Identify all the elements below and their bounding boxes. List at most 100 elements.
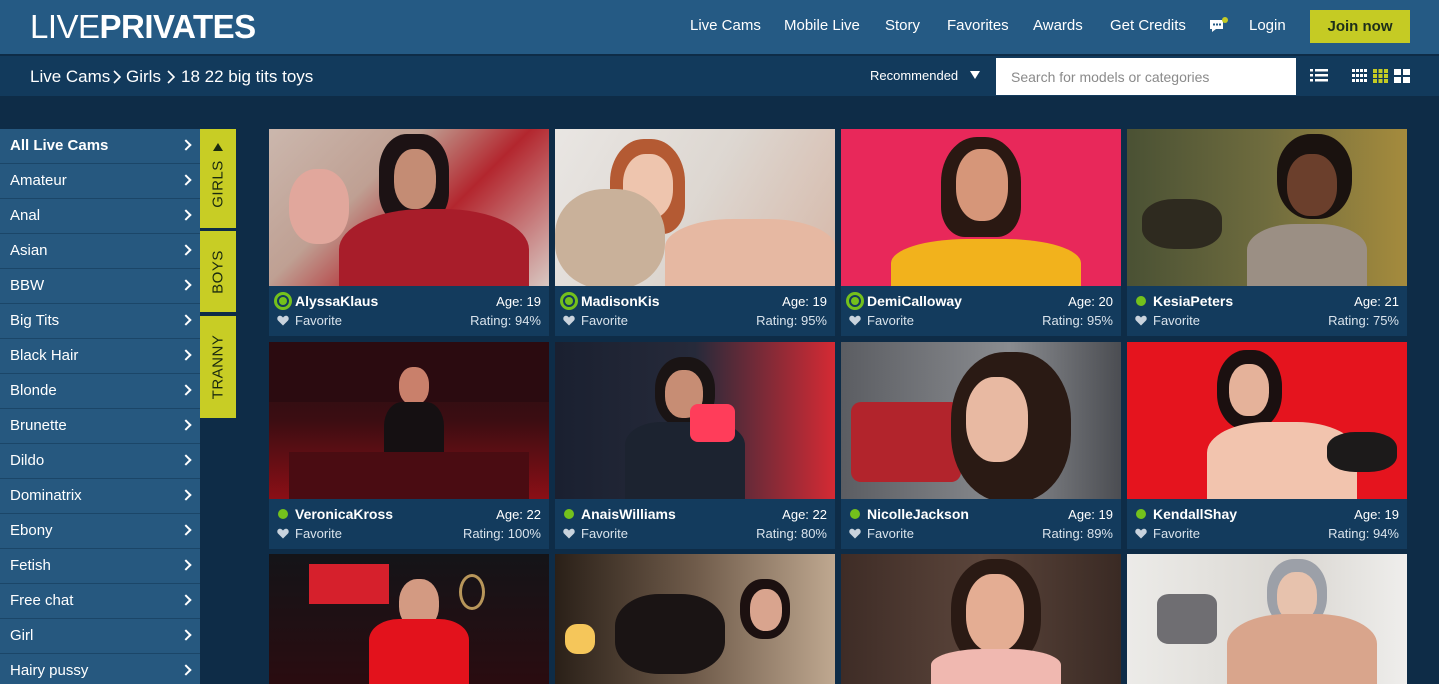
nav-mobile-live[interactable]: Mobile Live bbox=[784, 16, 860, 36]
model-name[interactable]: KesiaPeters bbox=[1153, 293, 1233, 310]
site-logo[interactable]: LIVEPRIVATES bbox=[30, 8, 256, 46]
heart-icon[interactable] bbox=[1135, 315, 1147, 326]
sidebar-item-free-chat[interactable]: Free chat bbox=[0, 584, 200, 619]
model-name[interactable]: MadisonKis bbox=[581, 293, 660, 310]
model-card[interactable] bbox=[269, 554, 549, 684]
model-name[interactable]: NicolleJackson bbox=[867, 506, 969, 523]
list-view-icon[interactable] bbox=[1310, 68, 1328, 83]
model-age: Age: 21 bbox=[1354, 294, 1399, 309]
sidebar-item-dominatrix[interactable]: Dominatrix bbox=[0, 479, 200, 514]
model-card[interactable]: DemiCalloway Age: 20 Favorite Rating: 95… bbox=[841, 129, 1121, 336]
breadcrumb-girls[interactable]: Girls bbox=[126, 67, 161, 87]
model-name[interactable]: VeronicaKross bbox=[295, 506, 393, 523]
chevron-down-icon[interactable] bbox=[970, 71, 980, 79]
model-card[interactable] bbox=[841, 554, 1121, 684]
nav-get-credits[interactable]: Get Credits bbox=[1110, 16, 1186, 36]
search-input[interactable] bbox=[996, 58, 1296, 95]
favorite-label[interactable]: Favorite bbox=[867, 312, 914, 329]
model-card[interactable] bbox=[1127, 554, 1407, 684]
model-info: AlyssaKlaus Age: 19 Favorite Rating: 94% bbox=[269, 286, 549, 336]
model-rating: Rating: 94% bbox=[1328, 526, 1399, 541]
model-card[interactable]: NicolleJackson Age: 19 Favorite Rating: … bbox=[841, 342, 1121, 549]
model-thumbnail[interactable] bbox=[841, 129, 1121, 286]
favorite-label[interactable]: Favorite bbox=[1153, 312, 1200, 329]
heart-icon[interactable] bbox=[849, 528, 861, 539]
model-info: KendallShay Age: 19 Favorite Rating: 94% bbox=[1127, 499, 1407, 549]
model-name[interactable]: KendallShay bbox=[1153, 506, 1237, 523]
nav-awards[interactable]: Awards bbox=[1033, 16, 1083, 36]
sidebar-item-asian[interactable]: Asian bbox=[0, 234, 200, 269]
favorite-label[interactable]: Favorite bbox=[1153, 525, 1200, 542]
heart-icon[interactable] bbox=[277, 315, 289, 326]
model-card[interactable]: AnaisWilliams Age: 22 Favorite Rating: 8… bbox=[555, 342, 835, 549]
sidebar-item-all-live-cams[interactable]: All Live Cams bbox=[0, 129, 200, 164]
small-grid-view-icon[interactable] bbox=[1352, 69, 1367, 83]
heart-icon[interactable] bbox=[563, 528, 575, 539]
login-link[interactable]: Login bbox=[1249, 16, 1286, 36]
medium-grid-view-icon[interactable] bbox=[1373, 69, 1388, 83]
model-card[interactable]: KesiaPeters Age: 21 Favorite Rating: 75% bbox=[1127, 129, 1407, 336]
sidebar-item-ebony[interactable]: Ebony bbox=[0, 514, 200, 549]
favorite-label[interactable]: Favorite bbox=[295, 525, 342, 542]
sidebar-item-girl[interactable]: Girl bbox=[0, 619, 200, 654]
tab-boys[interactable]: BOYS bbox=[200, 231, 236, 312]
model-info: MadisonKis Age: 19 Favorite Rating: 95% bbox=[555, 286, 835, 336]
favorite-label[interactable]: Favorite bbox=[867, 525, 914, 542]
sidebar-item-black-hair[interactable]: Black Hair bbox=[0, 339, 200, 374]
nav-favorites[interactable]: Favorites bbox=[947, 16, 1009, 36]
heart-icon[interactable] bbox=[563, 315, 575, 326]
favorite-label[interactable]: Favorite bbox=[295, 312, 342, 329]
model-card[interactable]: VeronicaKross Age: 22 Favorite Rating: 1… bbox=[269, 342, 549, 549]
sidebar-item-fetish[interactable]: Fetish bbox=[0, 549, 200, 584]
chevron-right-icon bbox=[180, 349, 192, 361]
model-thumbnail[interactable] bbox=[269, 129, 549, 286]
model-card[interactable]: KendallShay Age: 19 Favorite Rating: 94% bbox=[1127, 342, 1407, 549]
nav-live-cams[interactable]: Live Cams bbox=[690, 16, 761, 36]
model-card[interactable]: MadisonKis Age: 19 Favorite Rating: 95% bbox=[555, 129, 835, 336]
sidebar-item-big-tits[interactable]: Big Tits bbox=[0, 304, 200, 339]
model-card[interactable] bbox=[555, 554, 835, 684]
model-thumbnail[interactable] bbox=[841, 554, 1121, 684]
model-age: Age: 19 bbox=[782, 294, 827, 309]
sidebar-item-hairy-pussy[interactable]: Hairy pussy bbox=[0, 654, 200, 684]
tab-tranny[interactable]: TRANNY bbox=[200, 316, 236, 418]
sidebar-item-anal[interactable]: Anal bbox=[0, 199, 200, 234]
breadcrumb-live-cams[interactable]: Live Cams bbox=[30, 67, 110, 87]
model-name[interactable]: AlyssaKlaus bbox=[295, 293, 378, 310]
favorite-label[interactable]: Favorite bbox=[581, 525, 628, 542]
model-rating: Rating: 80% bbox=[756, 526, 827, 541]
model-name[interactable]: AnaisWilliams bbox=[581, 506, 676, 523]
heart-icon[interactable] bbox=[277, 528, 289, 539]
model-info: VeronicaKross Age: 22 Favorite Rating: 1… bbox=[269, 499, 549, 549]
join-now-button[interactable]: Join now bbox=[1310, 10, 1410, 43]
sidebar-item-blonde[interactable]: Blonde bbox=[0, 374, 200, 409]
model-thumbnail[interactable] bbox=[269, 342, 549, 499]
model-name[interactable]: DemiCalloway bbox=[867, 293, 962, 310]
model-thumbnail[interactable] bbox=[269, 554, 549, 684]
model-age: Age: 22 bbox=[496, 507, 541, 522]
chat-icon[interactable] bbox=[1209, 17, 1229, 35]
sidebar-item-brunette[interactable]: Brunette bbox=[0, 409, 200, 444]
model-thumbnail[interactable] bbox=[841, 342, 1121, 499]
model-age: Age: 19 bbox=[1068, 507, 1113, 522]
sidebar-item-bbw[interactable]: BBW bbox=[0, 269, 200, 304]
model-card[interactable]: AlyssaKlaus Age: 19 Favorite Rating: 94% bbox=[269, 129, 549, 336]
sidebar-item-dildo[interactable]: Dildo bbox=[0, 444, 200, 479]
model-thumbnail[interactable] bbox=[555, 342, 835, 499]
model-rating: Rating: 75% bbox=[1328, 313, 1399, 328]
heart-icon[interactable] bbox=[849, 315, 861, 326]
tab-girls[interactable]: GIRLS bbox=[200, 129, 236, 228]
large-grid-view-icon[interactable] bbox=[1394, 69, 1410, 83]
model-thumbnail[interactable] bbox=[555, 554, 835, 684]
sidebar-item-amateur[interactable]: Amateur bbox=[0, 164, 200, 199]
model-thumbnail[interactable] bbox=[1127, 554, 1407, 684]
favorite-label[interactable]: Favorite bbox=[581, 312, 628, 329]
nav-story[interactable]: Story bbox=[885, 16, 920, 36]
sort-dropdown[interactable]: Recommended bbox=[870, 67, 958, 85]
model-thumbnail[interactable] bbox=[1127, 342, 1407, 499]
model-thumbnail[interactable] bbox=[555, 129, 835, 286]
model-info: AnaisWilliams Age: 22 Favorite Rating: 8… bbox=[555, 499, 835, 549]
breadcrumb-chevron-icon bbox=[113, 70, 121, 84]
model-thumbnail[interactable] bbox=[1127, 129, 1407, 286]
heart-icon[interactable] bbox=[1135, 528, 1147, 539]
